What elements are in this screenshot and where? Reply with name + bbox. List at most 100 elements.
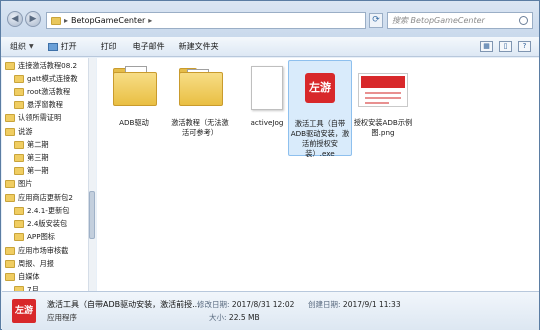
tree-item[interactable]: 悬浮窗教程	[14, 98, 63, 111]
tree-item[interactable]: gatt模式连接教	[14, 72, 78, 85]
tree-item-label: APP图标	[27, 231, 55, 241]
tree-item[interactable]: 连接激活教程08.2	[5, 59, 77, 72]
caret-down-icon: ▼	[29, 43, 34, 50]
tree-item-label: 应用市场审核截	[18, 245, 69, 255]
file-name: 激活工具（自带ADB驱动安装，激活前授权安装）.exe	[290, 119, 350, 158]
file-list: ADB驱动 激活教程（无法激活可参考） activeJog 左游 激活工具（自带…	[97, 58, 539, 291]
details-created: 创建日期: 2017/9/1 11:33	[308, 300, 401, 309]
tree-item-label: 2.4.1-更新包	[27, 205, 70, 215]
forward-button[interactable]: ▶	[25, 11, 41, 27]
back-button[interactable]: ◀	[7, 11, 23, 27]
folder-icon	[109, 64, 159, 114]
tree-item[interactable]: 应用商店更新包2	[5, 191, 73, 204]
print-button[interactable]: 打印	[101, 41, 117, 52]
tree-item[interactable]: 说游	[5, 125, 32, 138]
document-icon	[242, 64, 292, 114]
folder-icon	[14, 74, 24, 83]
new-folder-button[interactable]: 新建文件夹	[179, 41, 219, 52]
explorer-window: ◀ ▶ ▸ BetopGameCenter ▸ ⟳ 搜索 BetopGameCe…	[0, 0, 540, 330]
address-bar-row: ◀ ▶ ▸ BetopGameCenter ▸ ⟳ 搜索 BetopGameCe…	[1, 1, 539, 37]
tree-item-label: gatt模式连接教	[27, 73, 78, 83]
command-bar: 组织 ▼ 打开 打印 电子邮件 新建文件夹 ▦ ▯ ?	[1, 37, 539, 57]
address-bar[interactable]: ▸ BetopGameCenter ▸	[46, 12, 366, 29]
tree-item[interactable]: 2.4.1-更新包	[14, 204, 69, 217]
breadcrumb-chevron-icon[interactable]: ▸	[148, 16, 152, 25]
app-logo-icon: 左游	[295, 65, 345, 115]
tree-item-label: 说游	[18, 126, 33, 136]
organize-label: 组织	[10, 42, 26, 51]
details-size: 大小: 22.5 MB	[209, 313, 260, 322]
folder-icon	[5, 259, 15, 268]
search-input[interactable]: 搜索 BetopGameCenter	[387, 12, 533, 29]
new-folder-label: 新建文件夹	[178, 42, 219, 51]
view-options-icon[interactable]: ▦	[480, 41, 493, 52]
tree-item[interactable]: 7月	[14, 283, 39, 291]
details-modified: 修改日期: 2017/8/31 12:02	[197, 300, 295, 309]
tree-item[interactable]: 第三期	[14, 151, 49, 164]
folder-icon	[5, 272, 15, 281]
tree-item[interactable]: 第一期	[14, 164, 49, 177]
open-label: 打开	[60, 42, 77, 51]
view-controls: ▦ ▯ ?	[480, 41, 531, 52]
tree-item-label: 图片	[18, 178, 33, 188]
tree-item[interactable]: 第二期	[14, 138, 49, 151]
open-button[interactable]: 打开	[47, 41, 77, 52]
file-name: 激活教程（无法激活可参考）	[171, 118, 229, 137]
file-name: 授权安装ADB示例图.png	[353, 118, 413, 137]
details-file-name: 激活工具（自带ADB驱动安装，激活前授...	[47, 300, 200, 309]
sidebar-scrollbar-thumb[interactable]	[89, 191, 95, 239]
file-item-image[interactable]: 授权安装ADB示例图.png	[352, 60, 414, 138]
tree-item[interactable]: 图片	[5, 177, 32, 190]
folder-icon	[51, 16, 61, 25]
details-file-type: 应用程序	[47, 313, 77, 322]
image-thumbnail-icon	[358, 64, 408, 114]
tree-item[interactable]: 自媒体	[5, 270, 40, 283]
tree-item-label: 第一期	[27, 165, 49, 175]
email-button[interactable]: 电子邮件	[133, 41, 165, 52]
print-label: 打印	[100, 42, 117, 51]
open-icon	[47, 42, 58, 51]
tree-item[interactable]: 周报、月报	[5, 257, 54, 270]
file-item-exe[interactable]: 左游 激活工具（自带ADB驱动安装，激活前授权安装）.exe	[288, 60, 352, 158]
folder-icon	[14, 100, 24, 109]
search-icon[interactable]	[519, 16, 528, 25]
refresh-icon[interactable]: ⟳	[369, 13, 383, 28]
file-item-folder[interactable]: ADB驱动	[103, 60, 165, 128]
tree-item-label: 第二期	[27, 139, 49, 149]
folder-icon	[5, 127, 15, 136]
help-icon[interactable]: ?	[518, 41, 531, 52]
folder-icon	[14, 232, 24, 241]
tree-item-label: 第三期	[27, 152, 49, 162]
tree-item[interactable]: 应用市场审核截	[5, 244, 68, 257]
organize-menu[interactable]: 组织 ▼	[10, 41, 34, 52]
tree-item-label: root激活教程	[27, 86, 71, 96]
tree-item-label: 自媒体	[18, 271, 40, 281]
tree-item[interactable]: APP图标	[14, 230, 55, 243]
folder-icon	[14, 140, 24, 149]
app-logo-icon: 左游	[12, 299, 36, 323]
details-pane: 左游 激活工具（自带ADB驱动安装，激活前授... 应用程序 修改日期: 201…	[2, 291, 539, 330]
tree-item[interactable]: 认领所需证明	[5, 111, 61, 124]
tree-item-label: 认领所需证明	[18, 112, 62, 122]
folder-icon	[5, 61, 15, 70]
tree-item-label: 2.4版安装包	[27, 218, 68, 228]
breadcrumb-separator-icon: ▸	[64, 16, 69, 25]
tree-item[interactable]: root激活教程	[14, 85, 70, 98]
file-name: ADB驱动	[119, 118, 149, 127]
navigation-pane: 连接激活教程08.2 gatt模式连接教 root激活教程 悬浮窗教程 认领所需…	[2, 58, 96, 291]
folder-icon	[14, 87, 24, 96]
sidebar-scrollbar[interactable]	[88, 58, 96, 291]
tree-item-label: 应用商店更新包2	[18, 192, 73, 202]
folder-icon	[5, 193, 15, 202]
search-placeholder: 搜索 BetopGameCenter	[392, 16, 485, 25]
tree-item[interactable]: 2.4版安装包	[14, 217, 67, 230]
preview-pane-icon[interactable]: ▯	[499, 41, 512, 52]
folder-icon	[175, 64, 225, 114]
tree-item-label: 周报、月报	[18, 258, 54, 268]
file-item-folder[interactable]: 激活教程（无法激活可参考）	[169, 60, 231, 138]
folder-icon	[14, 219, 24, 228]
folder-icon	[5, 113, 15, 122]
tree-item-label: 连接激活教程08.2	[18, 60, 78, 70]
breadcrumb-current[interactable]: BetopGameCenter	[71, 16, 145, 25]
folder-icon	[5, 246, 15, 255]
